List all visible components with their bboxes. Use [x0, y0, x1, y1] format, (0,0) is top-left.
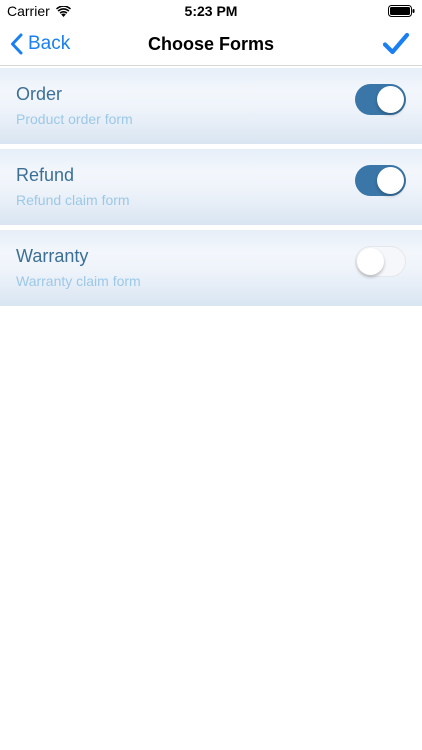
warranty-toggle[interactable] [355, 246, 406, 277]
form-title: Warranty [16, 246, 89, 266]
toggle-knob [357, 247, 384, 275]
status-time: 5:23 PM [184, 3, 238, 19]
form-title: Order [16, 84, 63, 104]
form-subtitle: Refund claim form [16, 192, 130, 208]
form-subtitle: Product order form [16, 111, 133, 127]
order-toggle[interactable] [355, 84, 406, 115]
toggle-knob [377, 86, 404, 113]
toggle-knob [377, 167, 404, 194]
page-title: Choose Forms [147, 34, 275, 54]
form-subtitle: Warranty claim form [16, 273, 141, 289]
checkmark-icon[interactable] [382, 31, 410, 57]
status-bar: Carrier 5:23 PM [0, 0, 422, 22]
forms-list: Order Product order form Refund Refund c… [0, 68, 422, 311]
battery-icon [388, 5, 415, 17]
form-title: Refund [16, 165, 75, 185]
refund-toggle[interactable] [355, 165, 406, 196]
form-row-order[interactable]: Order Product order form [0, 68, 422, 144]
navigation-bar: Back Choose Forms [0, 22, 422, 66]
form-row-warranty[interactable]: Warranty Warranty claim form [0, 230, 422, 306]
form-row-refund[interactable]: Refund Refund claim form [0, 149, 422, 225]
